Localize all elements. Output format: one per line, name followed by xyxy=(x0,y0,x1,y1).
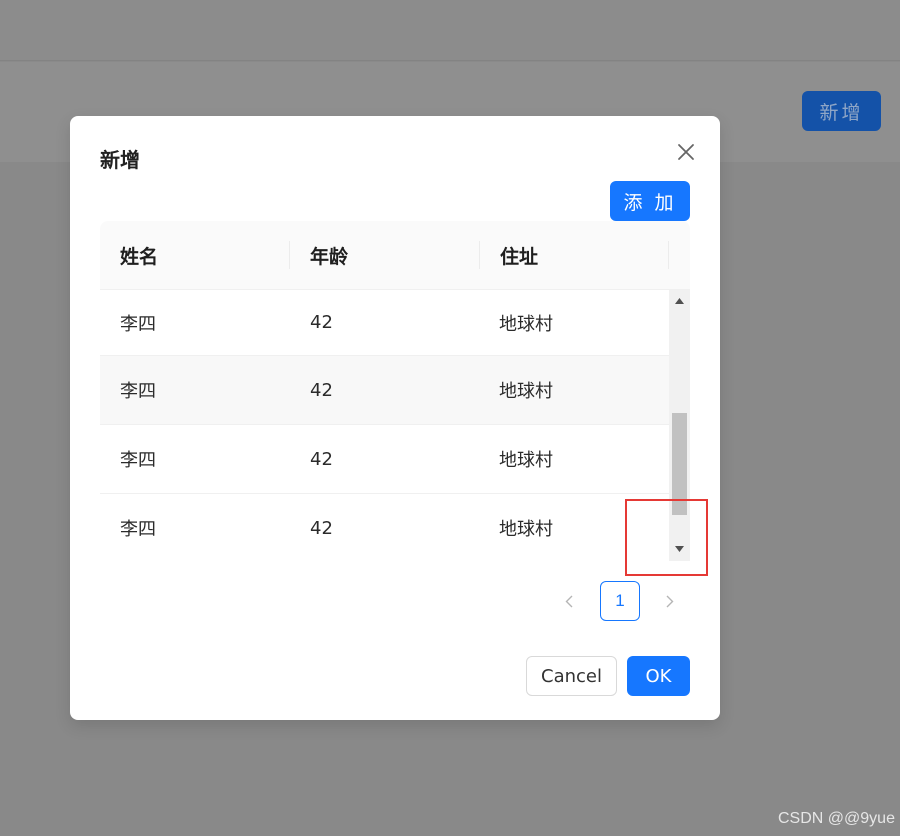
table-row: 李四 42 地球村 xyxy=(100,290,669,356)
chevron-left-icon xyxy=(565,595,573,607)
pagination-next-button[interactable] xyxy=(650,581,690,621)
annotation-highlight-box xyxy=(625,499,708,576)
data-table: 姓名 年龄 住址 李四 42 地球村 李四 42 地球村 李四 42 地球村 李… xyxy=(100,221,690,561)
cell-name: 李四 xyxy=(120,519,156,540)
cell-name: 李四 xyxy=(120,381,156,402)
cell-address: 地球村 xyxy=(499,519,553,540)
column-header-age: 年龄 xyxy=(310,245,349,268)
scroll-up-button[interactable] xyxy=(669,290,690,312)
cell-age: 42 xyxy=(310,448,333,470)
table-body[interactable]: 李四 42 地球村 李四 42 地球村 李四 42 地球村 李四 42 地球村 xyxy=(100,290,669,561)
add-modal: 新增 添 加 姓名 年龄 住址 李四 42 地球村 李四 42 地球村 李四 4… xyxy=(70,116,720,720)
pagination-page-1[interactable]: 1 xyxy=(600,581,640,621)
column-divider xyxy=(668,241,669,269)
modal-title: 新增 xyxy=(100,148,140,172)
cell-address: 地球村 xyxy=(499,381,553,402)
cell-age: 42 xyxy=(310,312,333,333)
cell-address: 地球村 xyxy=(499,450,553,471)
background-topbar xyxy=(0,0,900,61)
cell-age: 42 xyxy=(310,517,333,539)
background-new-button: 新增 xyxy=(802,91,881,131)
column-header-address: 住址 xyxy=(500,245,539,268)
close-icon xyxy=(678,144,694,160)
close-button[interactable] xyxy=(672,138,700,166)
table-row: 李四 42 地球村 xyxy=(100,494,669,561)
watermark: CSDN @@9yue xyxy=(778,810,895,827)
table-header: 姓名 年龄 住址 xyxy=(100,221,690,290)
table-row: 李四 42 地球村 xyxy=(100,425,669,494)
arrow-up-icon xyxy=(675,298,684,304)
cell-name: 李四 xyxy=(120,450,156,471)
cancel-button[interactable]: Cancel xyxy=(526,656,617,696)
cell-address: 地球村 xyxy=(499,313,553,335)
cell-name: 李四 xyxy=(120,313,156,335)
table-row: 李四 42 地球村 xyxy=(100,356,669,425)
pagination-prev-button[interactable] xyxy=(549,581,589,621)
chevron-right-icon xyxy=(666,595,674,607)
ok-button[interactable]: OK xyxy=(627,656,690,696)
cell-age: 42 xyxy=(310,379,333,401)
column-header-name: 姓名 xyxy=(120,245,159,268)
add-row-button[interactable]: 添 加 xyxy=(610,181,690,221)
